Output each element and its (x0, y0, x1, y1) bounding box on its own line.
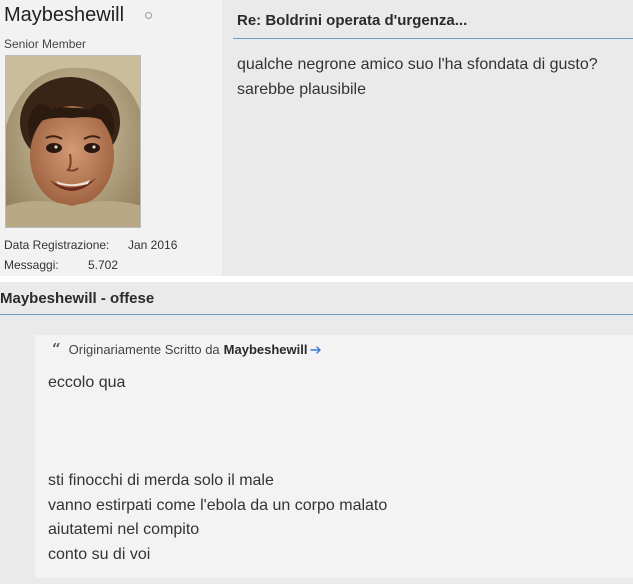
quote-line (48, 445, 387, 470)
user-stats: Data Registrazione: Jan 2016 Messaggi: 5… (4, 235, 177, 275)
user-info-panel: Maybeshewill Senior Member Data Registra… (0, 0, 222, 276)
post-content: qualche negrone amico suo l'ha sfondata … (237, 52, 598, 102)
quote-line: conto su di voi (48, 545, 151, 563)
quote-line: aiutatemi nel compito (48, 521, 200, 538)
content-line: sarebbe plausibile (237, 81, 366, 98)
post-body: Re: Boldrini operata d'urgenza... qualch… (222, 0, 633, 276)
quote-header: “ Originariamente Scritto da Maybeshewil… (52, 342, 322, 357)
post: Maybeshewill Senior Member Data Registra… (0, 0, 633, 276)
quote-line (48, 396, 387, 421)
quote-line: eccolo qua (48, 374, 126, 391)
arrow-right-icon[interactable] (310, 344, 322, 356)
stat-label: Messaggi: (4, 258, 59, 272)
quote-icon: “ (52, 340, 61, 358)
quote-author[interactable]: Maybeshewill (224, 342, 308, 357)
title-divider (233, 38, 633, 39)
title-divider (0, 314, 633, 315)
stat-registration: Data Registrazione: Jan 2016 (4, 235, 177, 255)
quote-line (48, 420, 387, 445)
post: Maybeshewill - offese “ Originariamente … (0, 282, 633, 584)
avatar-image (6, 56, 140, 227)
stat-messages: Messaggi: 5.702 (4, 255, 177, 275)
post-title: Maybeshewill - offese (0, 290, 155, 307)
quote-prefix: Originariamente Scritto da (68, 342, 220, 357)
username-link[interactable]: Maybeshewill (4, 4, 124, 27)
stat-label: Data Registrazione: (4, 238, 110, 252)
quote-block: “ Originariamente Scritto da Maybeshewil… (35, 335, 633, 578)
avatar[interactable] (5, 55, 141, 228)
stat-value: 5.702 (88, 258, 119, 272)
stat-value: Jan 2016 (128, 238, 178, 252)
post-title: Re: Boldrini operata d'urgenza... (237, 12, 468, 29)
quote-line: sti finocchi di merda solo il male (48, 472, 274, 489)
quote-line: vanno estirpati come l'ebola da un corpo… (48, 496, 388, 514)
content-line: qualche negrone amico suo l'ha sfondata … (237, 56, 598, 73)
online-status-icon (145, 12, 152, 19)
user-title: Senior Member (4, 37, 87, 51)
quote-text: eccolo qua sti finocchi di merda solo il… (48, 371, 387, 567)
